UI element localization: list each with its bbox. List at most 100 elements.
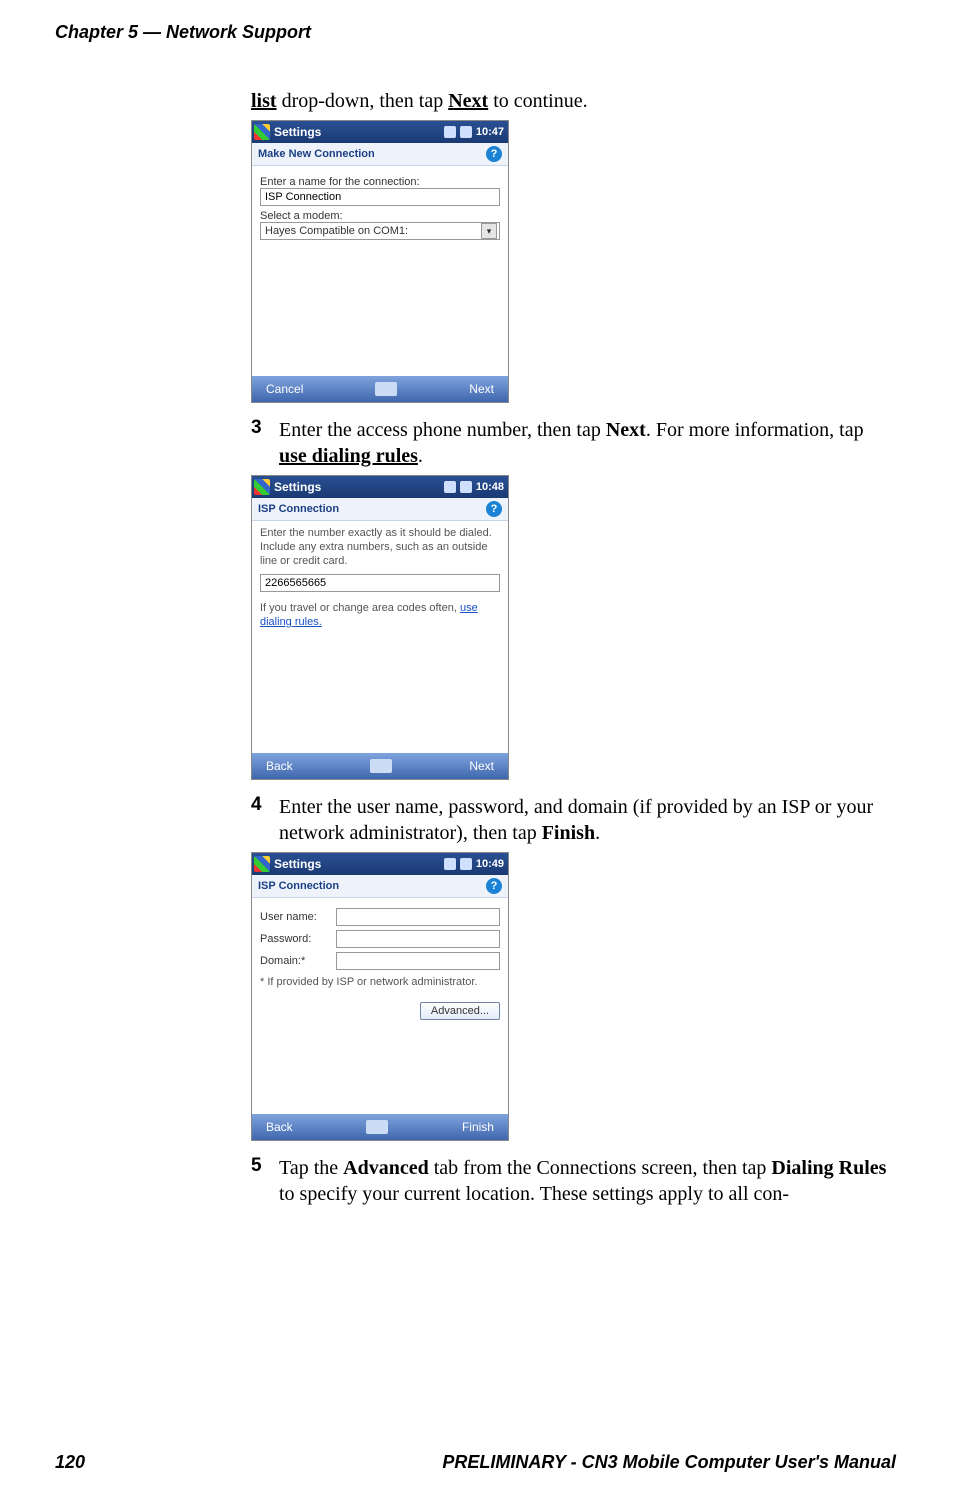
wm-section-title: ISP Connection <box>258 503 339 515</box>
intro-paragraph: list drop-down, then tap Next to continu… <box>251 88 891 114</box>
start-flag-icon[interactable] <box>254 856 270 872</box>
row-password: Password: <box>260 930 500 948</box>
wm-softkey-bar: Back Next <box>252 753 508 779</box>
screenshot-2: Settings 10:48 ISP Connection ? Enter th… <box>251 475 891 780</box>
help-icon[interactable]: ? <box>486 878 502 894</box>
status-indicators: 10:47 <box>444 126 504 138</box>
start-flag-icon[interactable] <box>254 124 270 140</box>
step-4-finish-bold: Finish <box>542 822 595 844</box>
volume-icon <box>460 858 472 870</box>
footer-manual-title: PRELIMINARY - CN3 Mobile Computer User's… <box>442 1452 896 1473</box>
modem-select-value: Hayes Compatible on COM1: <box>265 225 408 237</box>
step-3-next-bold: Next <box>606 419 646 441</box>
wm-clock: 10:47 <box>476 126 504 138</box>
step-4: 4 Enter the user name, password, and dom… <box>251 794 891 846</box>
intro-bold-next: Next <box>448 90 488 112</box>
wm-section-title: Make New Connection <box>258 148 375 160</box>
connectivity-icon <box>444 858 456 870</box>
username-input[interactable] <box>336 908 500 926</box>
softkey-left-back[interactable]: Back <box>266 1120 293 1134</box>
step-4-text: Enter the user name, password, and domai… <box>279 794 891 846</box>
keyboard-icon[interactable] <box>370 759 392 773</box>
label-password: Password: <box>260 933 330 945</box>
connectivity-icon <box>444 126 456 138</box>
wm-titlebar: Settings 10:47 <box>252 121 508 143</box>
dialing-hint-pre: If you travel or change area codes often… <box>260 602 460 614</box>
step-3-use-dialing-rules: use dialing rules <box>279 445 418 467</box>
footer-page-number: 120 <box>55 1452 85 1473</box>
step-5-t3: to specify your current location. These … <box>279 1183 789 1205</box>
intro-text-post: to continue. <box>488 90 587 112</box>
label-connection-name: Enter a name for the connection: <box>260 176 500 188</box>
chevron-down-icon: ▾ <box>481 223 497 239</box>
device-screen-2: Settings 10:48 ISP Connection ? Enter th… <box>251 475 509 780</box>
device-screen-1: Settings 10:47 Make New Connection ? Ent… <box>251 120 509 403</box>
keyboard-icon[interactable] <box>375 382 397 396</box>
start-flag-icon[interactable] <box>254 479 270 495</box>
dialing-hint: If you travel or change area codes often… <box>260 602 500 630</box>
wm-titlebar: Settings 10:48 <box>252 476 508 498</box>
connectivity-icon <box>444 481 456 493</box>
modem-select[interactable]: Hayes Compatible on COM1: ▾ <box>260 222 500 240</box>
step-3-t2: . For more information, tap <box>646 419 864 441</box>
step-3-t3: . <box>418 445 423 467</box>
wm-body: User name: Password: Domain:* * If provi… <box>252 898 508 1114</box>
domain-footnote: * If provided by ISP or network administ… <box>260 976 500 990</box>
volume-icon <box>460 126 472 138</box>
wm-app-title: Settings <box>274 125 444 139</box>
wm-titlebar: Settings 10:49 <box>252 853 508 875</box>
softkey-right-next[interactable]: Next <box>469 759 494 773</box>
phone-number-input[interactable] <box>260 574 500 592</box>
row-username: User name: <box>260 908 500 926</box>
wm-section-bar: ISP Connection ? <box>252 875 508 898</box>
intro-text-mid: drop-down, then tap <box>277 90 449 112</box>
help-icon[interactable]: ? <box>486 501 502 517</box>
screenshot-1: Settings 10:47 Make New Connection ? Ent… <box>251 120 891 403</box>
step-3-text: Enter the access phone number, then tap … <box>279 417 891 469</box>
wm-section-title: ISP Connection <box>258 880 339 892</box>
keyboard-icon[interactable] <box>366 1120 388 1134</box>
step-5-text: Tap the Advanced tab from the Connection… <box>279 1155 891 1207</box>
softkey-right-finish[interactable]: Finish <box>462 1120 494 1134</box>
wm-body: Enter the number exactly as it should be… <box>252 521 508 753</box>
intro-bold-list: list <box>251 90 277 112</box>
step-5-number: 5 <box>251 1155 279 1177</box>
status-indicators: 10:49 <box>444 858 504 870</box>
status-indicators: 10:48 <box>444 481 504 493</box>
step-5-dialing-rules-bold: Dialing Rules <box>771 1157 886 1179</box>
wm-section-bar: Make New Connection ? <box>252 143 508 166</box>
step-5-t1: Tap the <box>279 1157 343 1179</box>
wm-clock: 10:49 <box>476 858 504 870</box>
softkey-left-cancel[interactable]: Cancel <box>266 382 303 396</box>
softkey-left-back[interactable]: Back <box>266 759 293 773</box>
step-4-t2: . <box>595 822 600 844</box>
wm-softkey-bar: Cancel Next <box>252 376 508 402</box>
advanced-button[interactable]: Advanced... <box>420 1002 500 1020</box>
wm-app-title: Settings <box>274 857 444 871</box>
softkey-right-next[interactable]: Next <box>469 382 494 396</box>
chapter-header: Chapter 5 — Network Support <box>55 22 311 43</box>
label-domain: Domain:* <box>260 955 330 967</box>
wm-app-title: Settings <box>274 480 444 494</box>
domain-input[interactable] <box>336 952 500 970</box>
step-3: 3 Enter the access phone number, then ta… <box>251 417 891 469</box>
password-input[interactable] <box>336 930 500 948</box>
wm-section-bar: ISP Connection ? <box>252 498 508 521</box>
row-domain: Domain:* <box>260 952 500 970</box>
step-5: 5 Tap the Advanced tab from the Connecti… <box>251 1155 891 1207</box>
help-icon[interactable]: ? <box>486 146 502 162</box>
wm-clock: 10:48 <box>476 481 504 493</box>
device-screen-3: Settings 10:49 ISP Connection ? User nam… <box>251 852 509 1141</box>
wm-body: Enter a name for the connection: Select … <box>252 166 508 376</box>
step-3-t1: Enter the access phone number, then tap <box>279 419 606 441</box>
step-5-t2: tab from the Connections screen, then ta… <box>429 1157 772 1179</box>
step-4-number: 4 <box>251 794 279 816</box>
content-area: list drop-down, then tap Next to continu… <box>251 88 891 1213</box>
label-username: User name: <box>260 911 330 923</box>
label-select-modem: Select a modem: <box>260 210 500 222</box>
connection-name-input[interactable] <box>260 188 500 206</box>
page: Chapter 5 — Network Support list drop-do… <box>0 0 974 1503</box>
volume-icon <box>460 481 472 493</box>
screenshot-3: Settings 10:49 ISP Connection ? User nam… <box>251 852 891 1141</box>
step-3-number: 3 <box>251 417 279 439</box>
